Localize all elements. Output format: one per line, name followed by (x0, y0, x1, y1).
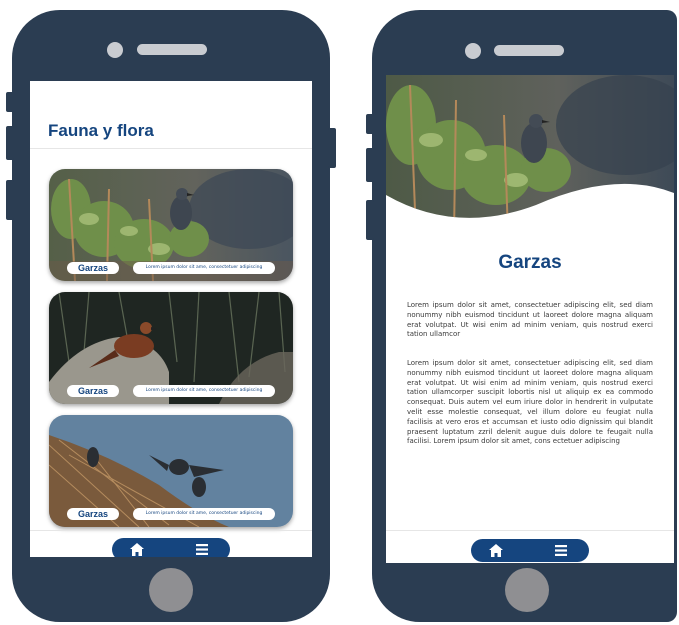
species-card[interactable]: Garzas Lorem ipsum dolor sit ame, consec… (49, 415, 293, 527)
card-title: Garzas (67, 385, 119, 397)
phone-camera (107, 42, 123, 58)
phone-side-button (6, 126, 14, 160)
card-description: Lorem ipsum dolor sit ame, consectetuer … (133, 385, 275, 397)
species-card[interactable]: Garzas Lorem ipsum dolor sit ame, consec… (49, 292, 293, 404)
hero-bird-photo (386, 75, 674, 218)
card-description: Lorem ipsum dolor sit ame, consectetuer … (133, 508, 275, 520)
phone-side-button (328, 128, 336, 168)
detail-paragraph: Lorem ipsum dolor sit amet, consectetuer… (407, 359, 653, 446)
card-title: Garzas (67, 262, 119, 274)
phone-home-button[interactable] (149, 568, 193, 612)
phone-speaker (494, 45, 564, 56)
menu-icon[interactable] (554, 544, 568, 557)
phone-side-button (366, 114, 374, 134)
list-screen: Fauna y flora Garzas Lorem ipsum dolor s… (30, 81, 312, 557)
species-card[interactable]: Garzas Lorem ipsum dolor sit ame, consec… (49, 169, 293, 281)
home-icon[interactable] (489, 544, 503, 557)
phone-side-button (366, 148, 374, 182)
phone-camera (465, 43, 481, 59)
card-title: Garzas (67, 508, 119, 520)
detail-screen: Garzas Lorem ipsum dolor sit amet, conse… (386, 75, 674, 563)
phone-frame-list: Fauna y flora Garzas Lorem ipsum dolor s… (6, 10, 336, 622)
phone-side-button (366, 200, 374, 240)
title-divider (30, 148, 312, 149)
phone-speaker (137, 44, 207, 55)
phone-side-button (6, 180, 14, 220)
card-description: Lorem ipsum dolor sit ame, consectetuer … (133, 262, 275, 274)
phone-home-button[interactable] (505, 568, 549, 612)
nav-divider (30, 530, 312, 531)
detail-paragraph: Lorem ipsum dolor sit amet, consectetuer… (407, 301, 653, 339)
home-icon[interactable] (130, 543, 144, 556)
menu-icon[interactable] (195, 543, 209, 556)
nav-divider (386, 530, 674, 531)
bottom-nav (112, 538, 230, 557)
phone-side-button (6, 92, 14, 112)
bottom-nav (471, 539, 589, 562)
detail-title: Garzas (498, 252, 562, 273)
page-title: Fauna y flora (48, 121, 154, 140)
phone-frame-detail: Garzas Lorem ipsum dolor sit amet, conse… (366, 10, 677, 622)
